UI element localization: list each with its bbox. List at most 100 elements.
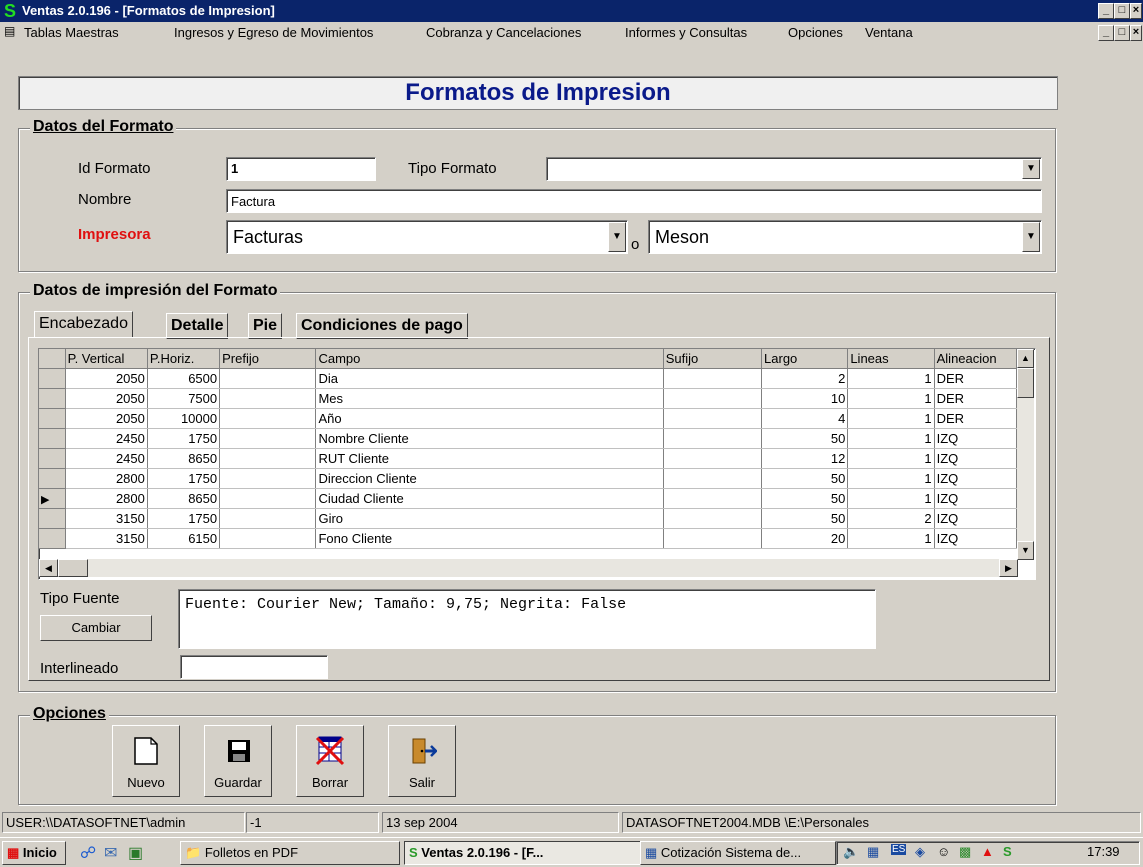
cell-prefijo[interactable] (219, 488, 317, 509)
cell-lineas[interactable]: 1 (847, 388, 935, 409)
language-icon[interactable]: ES (891, 844, 907, 855)
cell-prefijo[interactable] (219, 448, 317, 469)
tab-pie[interactable]: Pie (248, 313, 283, 339)
volume-icon[interactable]: 🔈 (843, 844, 859, 860)
scroll-left-icon[interactable]: ◀ (39, 559, 58, 577)
cell-largo[interactable]: 12 (761, 448, 849, 469)
col-header-alineacion[interactable]: Alineacion (934, 349, 1018, 369)
cell-alineacion[interactable]: IZQ (934, 448, 1018, 469)
cell-lineas[interactable]: 1 (847, 408, 935, 429)
cell-p-horiz[interactable]: 6150 (147, 528, 221, 549)
cell-alineacion[interactable]: IZQ (934, 468, 1018, 489)
network-icon[interactable]: ▩ (959, 844, 971, 860)
cell-campo[interactable]: Año (315, 408, 664, 429)
taskbar-item-ventas[interactable]: S Ventas 2.0.196 - [F... (404, 841, 644, 865)
cell-p-vertical[interactable]: 2050 (65, 408, 148, 429)
cell-p-vertical[interactable]: 2450 (65, 448, 148, 469)
cell-campo[interactable]: Dia (315, 368, 664, 389)
cell-alineacion[interactable]: DER (934, 388, 1018, 409)
table-row[interactable]: 3150 1750 Giro 50 2 IZQ (39, 508, 1018, 529)
start-button[interactable]: ▦ Inicio (2, 841, 66, 865)
outlook-icon[interactable]: ✉ (104, 843, 117, 863)
cell-sufijo[interactable] (663, 388, 763, 409)
menu-tablas-maestras[interactable]: Tablas Maestras (24, 25, 119, 40)
cell-campo[interactable]: RUT Cliente (315, 448, 664, 469)
menu-cobranza[interactable]: Cobranza y Cancelaciones (426, 25, 581, 40)
cell-largo[interactable]: 50 (761, 428, 849, 449)
cell-campo[interactable]: Fono Cliente (315, 528, 664, 549)
cell-p-horiz[interactable]: 6500 (147, 368, 221, 389)
menu-ventana[interactable]: Ventana (865, 25, 913, 40)
table-row[interactable]: 2050 10000 Año 4 1 DER (39, 408, 1018, 429)
cell-p-vertical[interactable]: 2050 (65, 388, 148, 409)
cell-lineas[interactable]: 2 (847, 508, 935, 529)
cell-p-horiz[interactable]: 1750 (147, 428, 221, 449)
child-minimize-button[interactable]: _ (1098, 25, 1114, 41)
scroll-down-icon[interactable]: ▼ (1017, 541, 1034, 560)
taskbar-item-folletos[interactable]: 📁 Folletos en PDF (180, 841, 400, 865)
messenger-icon[interactable]: ☺ (937, 844, 950, 859)
cell-sufijo[interactable] (663, 468, 763, 489)
cell-lineas[interactable]: 1 (847, 488, 935, 509)
row-selector[interactable] (39, 448, 66, 469)
child-restore-button[interactable]: □ (1114, 25, 1130, 41)
scroll-thumb[interactable] (1017, 368, 1034, 398)
impresora-select[interactable]: Facturas ▼ (226, 220, 628, 254)
col-header-campo[interactable]: Campo (315, 349, 664, 369)
chevron-down-icon[interactable]: ▼ (608, 222, 626, 252)
cell-campo[interactable]: Mes (315, 388, 664, 409)
menu-opciones[interactable]: Opciones (788, 25, 843, 40)
cell-campo[interactable]: Giro (315, 508, 664, 529)
col-header-prefijo[interactable]: Prefijo (219, 349, 317, 369)
table-row[interactable]: 2050 6500 Dia 2 1 DER (39, 368, 1018, 389)
row-selector[interactable] (39, 368, 66, 389)
interlineado-input[interactable] (180, 655, 328, 679)
desktop-icon[interactable]: ▣ (128, 843, 143, 863)
cell-alineacion[interactable]: DER (934, 368, 1018, 389)
network-alert-icon[interactable]: ▲ (981, 844, 994, 859)
cell-alineacion[interactable]: IZQ (934, 508, 1018, 529)
cell-campo[interactable]: Nombre Cliente (315, 428, 664, 449)
cell-lineas[interactable]: 1 (847, 468, 935, 489)
app-logo-icon[interactable]: S (1003, 844, 1012, 859)
row-selector[interactable] (39, 528, 66, 549)
menu-informes[interactable]: Informes y Consultas (625, 25, 747, 40)
cell-lineas[interactable]: 1 (847, 428, 935, 449)
grid-vertical-scrollbar[interactable]: ▲ ▼ (1017, 349, 1034, 560)
cell-largo[interactable]: 20 (761, 528, 849, 549)
cell-alineacion[interactable]: DER (934, 408, 1018, 429)
row-selector[interactable] (39, 508, 66, 529)
new-button[interactable]: Nuevo (112, 725, 180, 797)
cell-sufijo[interactable] (663, 448, 763, 469)
chevron-down-icon[interactable]: ▼ (1022, 159, 1040, 179)
col-header-p-horiz[interactable]: P.Horiz. (147, 349, 221, 369)
nombre-input[interactable]: Factura (226, 189, 1042, 213)
id-format-input[interactable]: 1 (226, 157, 376, 181)
cell-p-horiz[interactable]: 7500 (147, 388, 221, 409)
cell-p-vertical[interactable]: 3150 (65, 508, 148, 529)
child-window-icon[interactable]: ▤ (4, 24, 15, 38)
cell-largo[interactable]: 50 (761, 468, 849, 489)
cell-p-horiz[interactable]: 1750 (147, 508, 221, 529)
tab-encabezado[interactable]: Encabezado (34, 311, 133, 338)
cell-p-vertical[interactable]: 2050 (65, 368, 148, 389)
tab-condiciones-pago[interactable]: Condiciones de pago (296, 313, 468, 339)
cell-lineas[interactable]: 1 (847, 368, 935, 389)
cell-p-horiz[interactable]: 8650 (147, 488, 221, 509)
scroll-h-thumb[interactable] (58, 559, 88, 577)
table-row[interactable]: 2800 1750 Direccion Cliente 50 1 IZQ (39, 468, 1018, 489)
col-header-lineas[interactable]: Lineas (847, 349, 935, 369)
table-row[interactable]: 2050 7500 Mes 10 1 DER (39, 388, 1018, 409)
cell-sufijo[interactable] (663, 508, 763, 529)
format-fields-grid[interactable]: P. Vertical P.Horiz. Prefijo Campo Sufij… (38, 348, 1036, 580)
restore-button[interactable]: □ (1114, 3, 1130, 19)
close-button[interactable]: × (1130, 3, 1142, 19)
cell-largo[interactable]: 2 (761, 368, 849, 389)
cell-p-vertical[interactable]: 2800 (65, 468, 148, 489)
cell-prefijo[interactable] (219, 428, 317, 449)
row-selector[interactable] (39, 408, 66, 429)
tab-detalle[interactable]: Detalle (166, 313, 229, 339)
cell-alineacion[interactable]: IZQ (934, 528, 1018, 549)
cell-largo[interactable]: 10 (761, 388, 849, 409)
cell-lineas[interactable]: 1 (847, 448, 935, 469)
